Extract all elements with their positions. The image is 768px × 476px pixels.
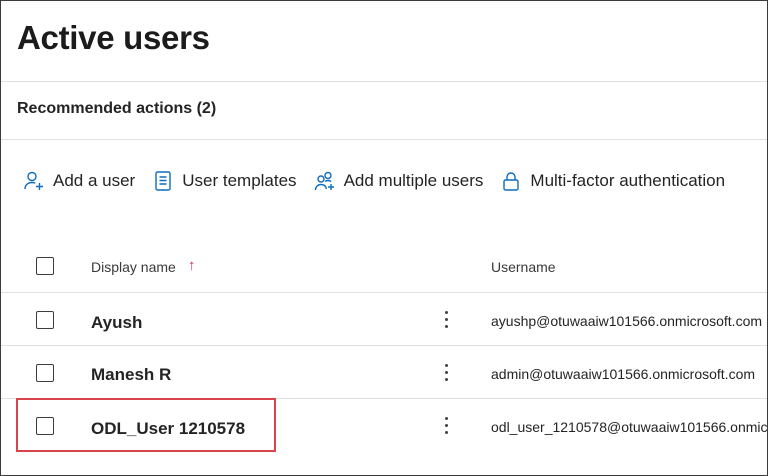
more-vertical-icon[interactable] [444, 417, 450, 437]
display-name[interactable]: Manesh R [91, 365, 171, 385]
username: ayushp@otuwaaiw101566.onmicrosoft.com [491, 313, 763, 329]
select-all-checkbox[interactable] [36, 257, 54, 275]
multi-factor-authentication-button[interactable]: Multi-factor authentication [500, 170, 725, 192]
row-checkbox[interactable] [36, 311, 54, 329]
display-name[interactable]: Ayush [91, 313, 142, 333]
column-header-username[interactable]: Username [491, 259, 556, 275]
page-title: Active users [17, 19, 210, 56]
recommended-actions-heading[interactable]: Recommended actions (2) [17, 100, 216, 118]
more-vertical-icon[interactable] [444, 364, 450, 384]
divider [1, 81, 767, 82]
add-user-button[interactable]: Add a user [23, 170, 135, 192]
user-templates-label: User templates [182, 171, 297, 190]
row-checkbox[interactable] [36, 364, 54, 382]
command-bar: Add a user User templates Add multiple u… [23, 170, 742, 192]
divider [1, 139, 767, 140]
add-multiple-users-button[interactable]: Add multiple users [314, 170, 484, 192]
add-user-label: Add a user [53, 171, 136, 190]
highlight-box [16, 398, 276, 452]
lock-icon [500, 170, 522, 192]
table-divider [1, 292, 767, 293]
document-list-icon [152, 170, 174, 192]
more-vertical-icon[interactable] [444, 311, 450, 331]
people-add-icon [314, 170, 336, 192]
add-multiple-users-label: Add multiple users [343, 171, 484, 190]
mfa-label: Multi-factor authentication [530, 171, 726, 190]
active-users-page: Active users Recommended actions (2) Add… [0, 0, 768, 476]
username: admin@otuwaaiw101566.onmicrosoft.com [491, 366, 756, 382]
table-divider [1, 345, 767, 346]
sort-ascending-icon: ↑ [188, 257, 196, 274]
person-add-icon [23, 170, 45, 192]
user-templates-button[interactable]: User templates [152, 170, 297, 192]
column-header-display-name[interactable]: Display name [91, 259, 176, 275]
username: odl_user_1210578@otuwaaiw101566.onmicros… [491, 419, 768, 435]
